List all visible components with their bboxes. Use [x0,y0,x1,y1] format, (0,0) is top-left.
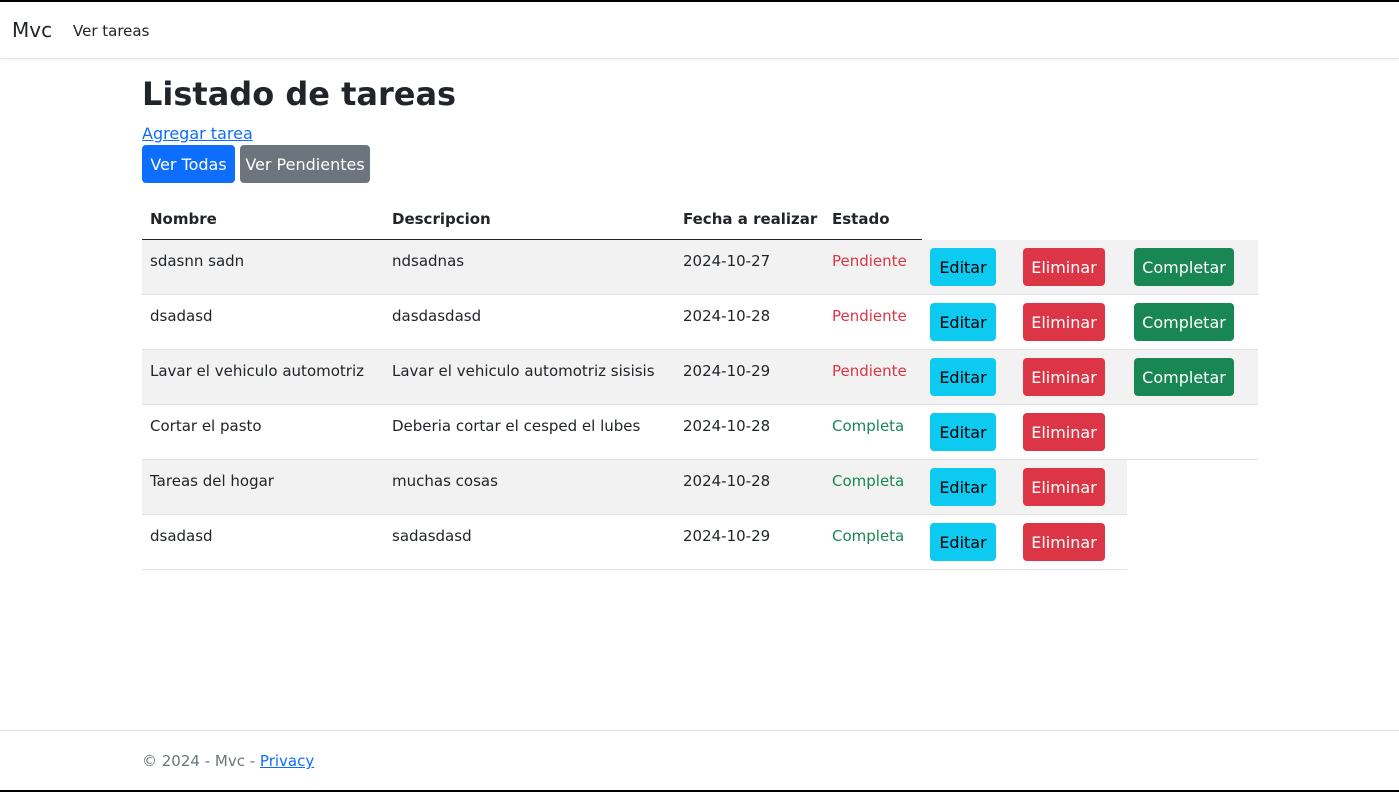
page-title: Listado de tareas [142,75,457,113]
delete-button[interactable]: Eliminar [1023,248,1105,286]
table-row: dsadasd sadasdasd 2024-10-29 Completa Ed… [142,515,1127,570]
task-description: dasdasdasd [392,307,482,325]
task-description: ndsadnas [392,252,465,270]
edit-button[interactable]: Editar [930,468,996,506]
status-badge: Pendiente [832,362,907,380]
status-badge: Completa [832,417,905,435]
table-row: Lavar el vehiculo automotriz Lavar el ve… [142,350,1258,405]
task-date: 2024-10-29 [683,527,771,545]
task-date: 2024-10-29 [683,362,771,380]
table-row: Cortar el pasto Deberia cortar el cesped… [142,405,1258,460]
status-badge: Completa [832,527,905,545]
edit-button[interactable]: Editar [930,303,996,341]
delete-button[interactable]: Eliminar [1023,358,1105,396]
task-name: Tareas del hogar [150,472,274,490]
task-name: Lavar el vehiculo automotriz [150,362,364,380]
edit-button[interactable]: Editar [930,248,996,286]
complete-button[interactable]: Completar [1134,303,1234,341]
table-row: dsadasd dasdasdasd 2024-10-28 Pendiente … [142,295,1258,350]
task-name: sdasnn sadn [150,252,245,270]
task-name: dsadasd [150,307,213,325]
task-description: sadasdasd [392,527,472,545]
task-description: Lavar el vehiculo automotriz sisisis [392,362,655,380]
header-state: Estado [832,210,890,228]
task-description: muchas cosas [392,472,498,490]
task-date: 2024-10-27 [683,252,771,270]
delete-button[interactable]: Eliminar [1023,413,1105,451]
task-date: 2024-10-28 [683,417,771,435]
status-badge: Completa [832,472,905,490]
nav-link-ver-tareas[interactable]: Ver tareas [73,22,149,40]
edit-button[interactable]: Editar [930,523,996,561]
table-row: Tareas del hogar muchas cosas 2024-10-28… [142,460,1127,515]
complete-button[interactable]: Completar [1134,248,1234,286]
edit-button[interactable]: Editar [930,358,996,396]
status-badge: Pendiente [832,307,907,325]
task-description: Deberia cortar el cesped el lubes [392,417,641,435]
task-name: Cortar el pasto [150,417,262,435]
delete-button[interactable]: Eliminar [1023,468,1105,506]
status-badge: Pendiente [832,252,907,270]
table-row: sdasnn sadn ndsadnas 2024-10-27 Pendient… [142,240,1258,295]
edit-button[interactable]: Editar [930,413,996,451]
header-name: Nombre [150,210,217,228]
task-date: 2024-10-28 [683,307,771,325]
delete-button[interactable]: Eliminar [1023,303,1105,341]
header-description: Descripcion [392,210,491,228]
privacy-link[interactable]: Privacy [260,752,314,770]
footer-divider [0,730,1399,731]
footer: © 2024 - Mvc - Privacy [142,752,314,770]
view-all-button[interactable]: Ver Todas [142,145,235,183]
delete-button[interactable]: Eliminar [1023,523,1105,561]
header-date: Fecha a realizar [683,210,818,228]
add-task-link[interactable]: Agregar tarea [142,124,253,143]
task-name: dsadasd [150,527,213,545]
view-pending-button[interactable]: Ver Pendientes [240,145,370,183]
footer-text: © 2024 - Mvc - [142,752,260,770]
complete-button[interactable]: Completar [1134,358,1234,396]
navbar-brand[interactable]: Mvc [12,18,52,42]
navbar: Mvc Ver tareas [0,2,1399,59]
task-date: 2024-10-28 [683,472,771,490]
